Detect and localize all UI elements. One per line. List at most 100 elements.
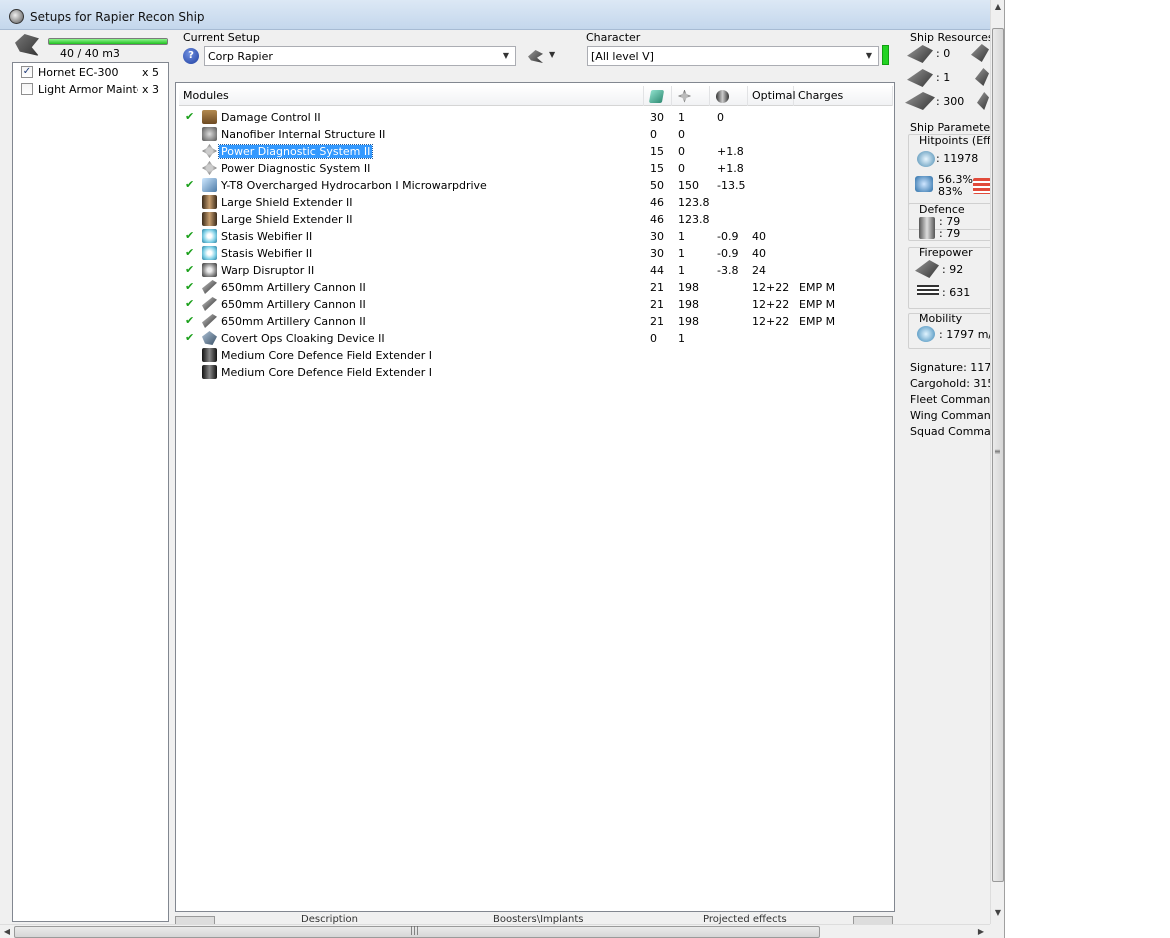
module-cpu: 21 xyxy=(650,298,664,311)
module-optimal: 12+22 xyxy=(752,315,790,328)
active-check-icon[interactable]: ✔ xyxy=(185,263,194,276)
drone-name: Hornet EC-300 xyxy=(38,66,119,79)
nanofiber-icon xyxy=(202,127,217,141)
horizontal-scrollbar[interactable]: ◀ ||| ▶ xyxy=(0,924,990,938)
tab-description[interactable]: Description xyxy=(301,914,358,924)
module-row[interactable]: ✔ Warp Disruptor II 44 1 -3.8 24 xyxy=(179,262,893,279)
header-powergrid[interactable] xyxy=(672,86,710,106)
powergrid-resource-icon xyxy=(975,68,989,86)
module-cpu: 0 xyxy=(650,332,657,345)
capacitor-icon xyxy=(716,89,729,103)
header-modules[interactable]: Modules xyxy=(179,86,644,106)
active-check-icon[interactable]: ✔ xyxy=(185,246,194,259)
module-row[interactable]: Power Diagnostic System II 15 0 +1.8 xyxy=(179,143,893,160)
drone-item[interactable]: ✓ Hornet EC-300 x 5 xyxy=(13,63,168,80)
module-capacitor: -0.9 xyxy=(717,247,739,260)
scroll-right-icon[interactable]: ▶ xyxy=(976,927,986,937)
scroll-left-icon[interactable]: ◀ xyxy=(2,927,12,937)
module-cpu: 46 xyxy=(650,213,664,226)
module-row[interactable]: Power Diagnostic System II 15 0 +1.8 xyxy=(179,160,893,177)
header-capacitor[interactable] xyxy=(710,86,748,106)
chevron-down-icon[interactable]: ▼ xyxy=(498,48,514,64)
active-check-icon[interactable]: ✔ xyxy=(185,314,194,327)
module-row[interactable]: ✔ 650mm Artillery Cannon II 21 198 12+22 EMP … xyxy=(179,296,893,313)
vertical-scrollbar[interactable]: ▲ ≡ ▼ xyxy=(990,0,1004,924)
drone-bay-progress xyxy=(48,38,168,45)
scroll-down-icon[interactable]: ▼ xyxy=(993,908,1003,918)
chevron-down-icon[interactable]: ▼ xyxy=(861,48,877,64)
chevron-down-icon: ▼ xyxy=(549,50,556,59)
module-row[interactable]: ✔ 650mm Artillery Cannon II 21 198 12+22 EMP … xyxy=(179,279,893,296)
squad-commander-label: Squad Command xyxy=(910,425,990,438)
tab-boosters-implants[interactable]: Boosters\Implants xyxy=(493,914,583,924)
module-row[interactable]: Large Shield Extender II 46 123.8 xyxy=(179,194,893,211)
module-row[interactable]: ✔ Y-T8 Overcharged Hydrocarbon I Microwar… xyxy=(179,177,893,194)
scroll-grip-icon: ||| xyxy=(410,926,420,936)
mobility-title: Mobility xyxy=(919,312,963,325)
help-icon[interactable]: ? xyxy=(183,48,199,64)
module-row[interactable]: ✔ Covert Ops Cloaking Device II 0 1 xyxy=(179,330,893,347)
module-row[interactable]: ✔ Damage Control II 30 1 0 xyxy=(179,109,893,126)
active-check-icon[interactable]: ✔ xyxy=(185,331,194,344)
module-capacitor: +1.8 xyxy=(717,145,744,158)
drone-bandwidth-icon xyxy=(977,92,989,110)
module-cpu: 21 xyxy=(650,281,664,294)
active-check-icon[interactable]: ✔ xyxy=(185,280,194,293)
character-select[interactable]: [All level V] ▼ xyxy=(587,46,879,66)
drone-bay-fill xyxy=(49,39,167,44)
drone-checkbox[interactable]: ✓ xyxy=(21,66,33,78)
module-name: Medium Core Defence Field Extender I xyxy=(221,349,433,362)
artillery-icon xyxy=(202,297,217,311)
module-optimal: 40 xyxy=(752,247,766,260)
module-name: Large Shield Extender II xyxy=(221,196,353,209)
window-title: Setups for Rapier Recon Ship xyxy=(30,10,205,24)
rig-icon xyxy=(202,365,217,379)
ship-menu-button[interactable]: ▼ xyxy=(528,48,564,66)
launcher-hardpoint-icon xyxy=(907,69,933,87)
module-powergrid: 198 xyxy=(678,298,699,311)
module-row[interactable]: Medium Core Defence Field Extender I xyxy=(179,347,893,364)
header-cpu[interactable] xyxy=(644,86,672,106)
active-check-icon[interactable]: ✔ xyxy=(185,178,194,191)
shield-recharge-icon xyxy=(915,176,933,192)
power-diagnostic-icon xyxy=(202,144,217,158)
module-row[interactable]: Large Shield Extender II 46 123.8 xyxy=(179,211,893,228)
tab-projected-effects[interactable]: Projected effects xyxy=(703,914,787,924)
drone-checkbox[interactable] xyxy=(21,83,33,95)
module-powergrid: 198 xyxy=(678,281,699,294)
scroll-up-icon[interactable]: ▲ xyxy=(993,2,1003,12)
modules-table[interactable]: Modules Optimal Charges ✔ Damage Control … xyxy=(175,82,895,912)
active-check-icon[interactable]: ✔ xyxy=(185,229,194,242)
module-optimal: 12+22 xyxy=(752,281,790,294)
stasis-webifier-icon xyxy=(202,229,217,243)
apply-button[interactable] xyxy=(853,916,893,924)
stasis-webifier-icon xyxy=(202,246,217,260)
microwarpdrive-icon xyxy=(202,178,217,192)
turret-hardpoints-value: : 0 xyxy=(936,47,951,60)
active-check-icon[interactable]: ✔ xyxy=(185,110,194,123)
module-row[interactable]: Nanofiber Internal Structure II 0 0 xyxy=(179,126,893,143)
turret-hardpoint-icon xyxy=(907,45,933,63)
drone-item[interactable]: Light Armor Mainte... x 3 xyxy=(13,80,168,97)
module-powergrid: 150 xyxy=(678,179,699,192)
module-name: 650mm Artillery Cannon II xyxy=(221,315,366,328)
drone-name: Light Armor Mainte... xyxy=(38,83,138,96)
active-check-icon[interactable]: ✔ xyxy=(185,297,194,310)
defence-value-2: : 79 xyxy=(939,227,961,240)
module-row[interactable]: ✔ Stasis Webifier II 30 1 -0.9 40 xyxy=(179,228,893,245)
module-name: Y-T8 Overcharged Hydrocarbon I Microwarp… xyxy=(221,179,487,192)
module-row[interactable]: Medium Core Defence Field Extender I xyxy=(179,364,893,381)
drone-list[interactable]: ✓ Hornet EC-300 x 5 Light Armor Mainte..… xyxy=(12,62,169,922)
module-row[interactable]: ✔ 650mm Artillery Cannon II 21 198 12+22 EMP … xyxy=(179,313,893,330)
header-charges[interactable]: Charges xyxy=(794,86,893,106)
calibration-icon xyxy=(905,92,935,110)
module-cpu: 50 xyxy=(650,179,664,192)
module-charges: EMP M xyxy=(799,281,836,294)
setup-select[interactable]: Corp Rapier ▼ xyxy=(204,46,516,66)
header-optimal[interactable]: Optimal xyxy=(748,86,796,106)
firepower-value-1: : 92 xyxy=(942,263,964,276)
collapse-button[interactable] xyxy=(175,916,215,924)
module-cpu: 46 xyxy=(650,196,664,209)
wing-commander-label: Wing Commande xyxy=(910,409,990,422)
module-row[interactable]: ✔ Stasis Webifier II 30 1 -0.9 40 xyxy=(179,245,893,262)
